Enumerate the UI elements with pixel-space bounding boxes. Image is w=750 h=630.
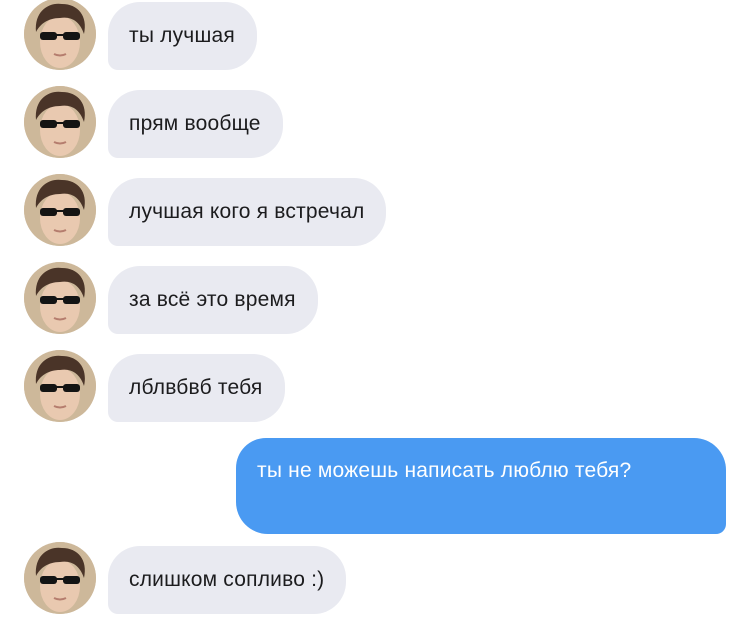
- contact-avatar[interactable]: [24, 350, 96, 422]
- contact-avatar[interactable]: [24, 542, 96, 614]
- message-text: ты не можешь написать люблю тебя?: [257, 459, 632, 482]
- avatar-photo-icon: [24, 86, 96, 158]
- contact-avatar[interactable]: [24, 86, 96, 158]
- avatar-photo-icon: [24, 542, 96, 614]
- message-text: лблвбвб тебя: [129, 376, 263, 399]
- avatar-photo-icon: [24, 262, 96, 334]
- message-bubble-incoming[interactable]: ты лучшая: [108, 2, 257, 70]
- message-bubble-incoming[interactable]: лблвбвб тебя: [108, 354, 285, 422]
- message-bubble-outgoing[interactable]: ты не можешь написать люблю тебя?: [236, 438, 726, 534]
- message-text: слишком сопливо :): [129, 568, 325, 591]
- avatar-photo-icon: [24, 0, 96, 70]
- contact-avatar[interactable]: [24, 174, 96, 246]
- message-text: за всё это время: [129, 288, 296, 311]
- message-text: ты лучшая: [129, 24, 235, 47]
- message-bubble-incoming[interactable]: прям вообще: [108, 90, 283, 158]
- message-bubble-incoming[interactable]: слишком сопливо :): [108, 546, 347, 614]
- contact-avatar[interactable]: [24, 0, 96, 70]
- message-bubble-incoming[interactable]: лучшая кого я встречал: [108, 178, 387, 246]
- avatar-photo-icon: [24, 350, 96, 422]
- message-bubble-incoming[interactable]: за всё это время: [108, 266, 318, 334]
- message-text: лучшая кого я встречал: [129, 200, 365, 223]
- avatar-photo-icon: [24, 174, 96, 246]
- contact-avatar[interactable]: [24, 262, 96, 334]
- message-text: прям вообще: [129, 112, 261, 135]
